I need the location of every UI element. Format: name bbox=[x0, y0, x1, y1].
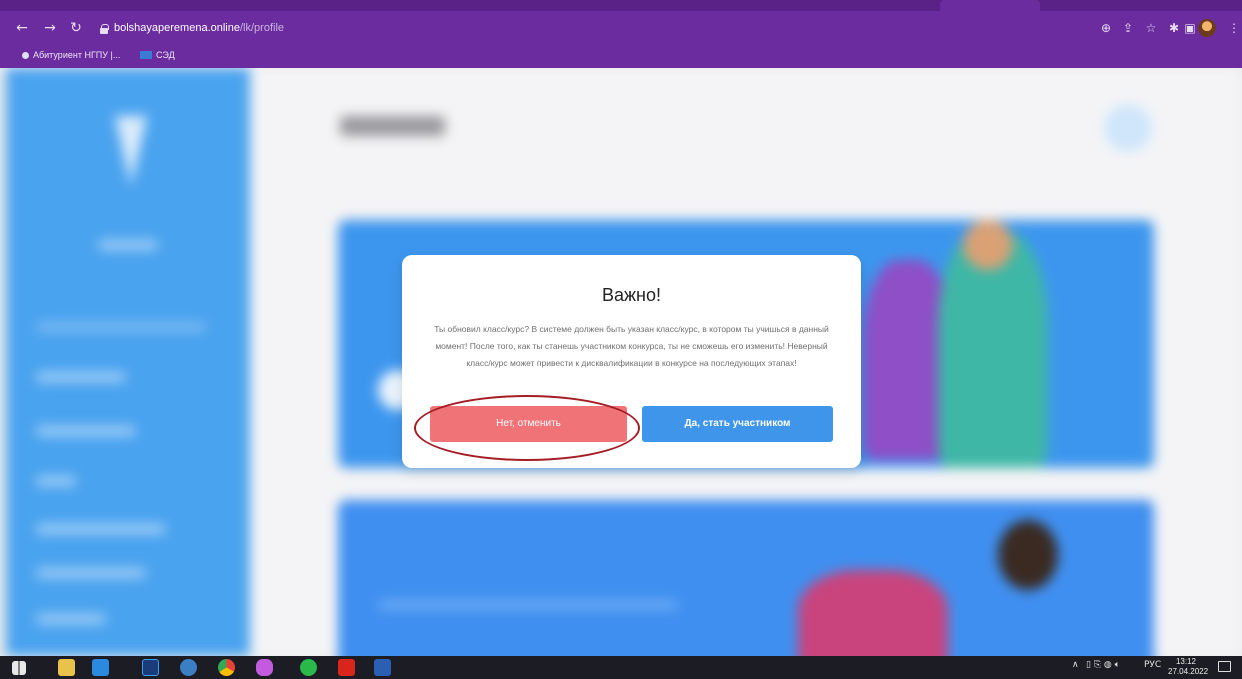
word-icon[interactable] bbox=[374, 659, 391, 676]
profile-avatar[interactable] bbox=[1198, 19, 1216, 37]
sidebar-line bbox=[36, 322, 206, 332]
avatar bbox=[1104, 104, 1152, 152]
sidebar-line bbox=[36, 568, 146, 578]
url-text: bolshayaperemena.online/lk/profile bbox=[114, 22, 284, 34]
bookmark-item[interactable]: СЭД bbox=[140, 50, 175, 60]
share-icon[interactable]: ⇪ bbox=[1120, 20, 1136, 36]
active-tab[interactable] bbox=[940, 0, 1040, 11]
tray-chevron-icon[interactable]: ∧ bbox=[1072, 660, 1079, 670]
browser-chrome: ← → ↻ bolshayaperemena.online/lk/profile… bbox=[0, 0, 1242, 68]
dialog-title: Важно! bbox=[601, 285, 661, 305]
chrome-icon[interactable] bbox=[218, 659, 235, 676]
clock[interactable]: 13:12 27.04.2022 bbox=[1168, 657, 1209, 677]
app-icon[interactable] bbox=[256, 659, 273, 676]
browser-toolbar: ← → ↻ bolshayaperemena.online/lk/profile… bbox=[0, 17, 1242, 41]
sidepanel-icon[interactable]: ▣ bbox=[1182, 20, 1198, 36]
lock-icon bbox=[100, 24, 109, 34]
whatsapp-icon[interactable] bbox=[300, 659, 317, 676]
extensions-icon[interactable]: ✱ bbox=[1166, 20, 1182, 36]
file-explorer-icon[interactable] bbox=[58, 659, 75, 676]
reload-icon[interactable]: ↻ bbox=[68, 20, 84, 36]
site-icon bbox=[140, 51, 152, 59]
sidebar-line bbox=[36, 476, 76, 486]
illustration bbox=[963, 220, 1013, 270]
logo-icon bbox=[115, 116, 147, 186]
site-icon bbox=[22, 51, 29, 59]
url-host: bolshayaperemena.online bbox=[114, 22, 240, 34]
sidebar-line bbox=[36, 372, 126, 382]
acrobat-icon[interactable] bbox=[338, 659, 355, 676]
url-path: /lk/profile bbox=[239, 22, 285, 34]
sidebar-line bbox=[36, 426, 136, 436]
clock-time: 13:12 bbox=[1175, 657, 1197, 666]
bookmark-label: Абитуриент НГПУ |... bbox=[33, 50, 121, 60]
address-bar[interactable]: bolshayaperemena.online/lk/profile bbox=[96, 18, 1216, 40]
bookmark-item[interactable]: Абитуриент НГПУ |... bbox=[22, 50, 120, 60]
app-icon[interactable] bbox=[180, 659, 197, 676]
clock-date: 27.04.2022 bbox=[1168, 667, 1209, 676]
sidebar-line bbox=[36, 524, 166, 534]
google-lens-icon[interactable]: ⊕ bbox=[1098, 20, 1114, 36]
notifications-icon[interactable] bbox=[1218, 661, 1231, 672]
photoshop-icon[interactable] bbox=[142, 659, 159, 676]
illustration bbox=[798, 570, 948, 656]
card-line bbox=[378, 600, 678, 610]
language-indicator[interactable]: РУС bbox=[1144, 660, 1161, 670]
highlight-ellipse bbox=[414, 395, 640, 461]
illustration bbox=[998, 520, 1058, 590]
app-icon[interactable] bbox=[92, 659, 109, 676]
confirm-button[interactable]: Да, стать участником bbox=[642, 406, 833, 442]
dialog-message: Ты обновил класс/курс? В системе должен … bbox=[434, 324, 829, 368]
bookmark-label: СЭД bbox=[156, 50, 175, 60]
sidebar bbox=[6, 68, 250, 656]
sidebar-line bbox=[36, 614, 106, 624]
page-title bbox=[340, 116, 445, 136]
bookmarks-bar: Абитуриент НГПУ |... СЭД bbox=[0, 47, 1242, 65]
forward-icon[interactable]: → bbox=[42, 20, 58, 36]
tab-strip bbox=[0, 0, 1242, 11]
sidebar-line bbox=[98, 240, 158, 250]
banner-card bbox=[338, 500, 1154, 656]
bookmark-star-icon[interactable]: ☆ bbox=[1143, 20, 1159, 36]
tray-icons[interactable]: ▯ ⎘ ◍ 🔈︎ bbox=[1086, 660, 1120, 670]
menu-icon[interactable]: ⋮ bbox=[1226, 20, 1242, 36]
back-icon[interactable]: ← bbox=[14, 20, 30, 36]
windows-start-icon[interactable] bbox=[12, 661, 26, 675]
taskbar: ∧ ▯ ⎘ ◍ 🔈︎ РУС 13:12 27.04.2022 bbox=[0, 656, 1242, 679]
